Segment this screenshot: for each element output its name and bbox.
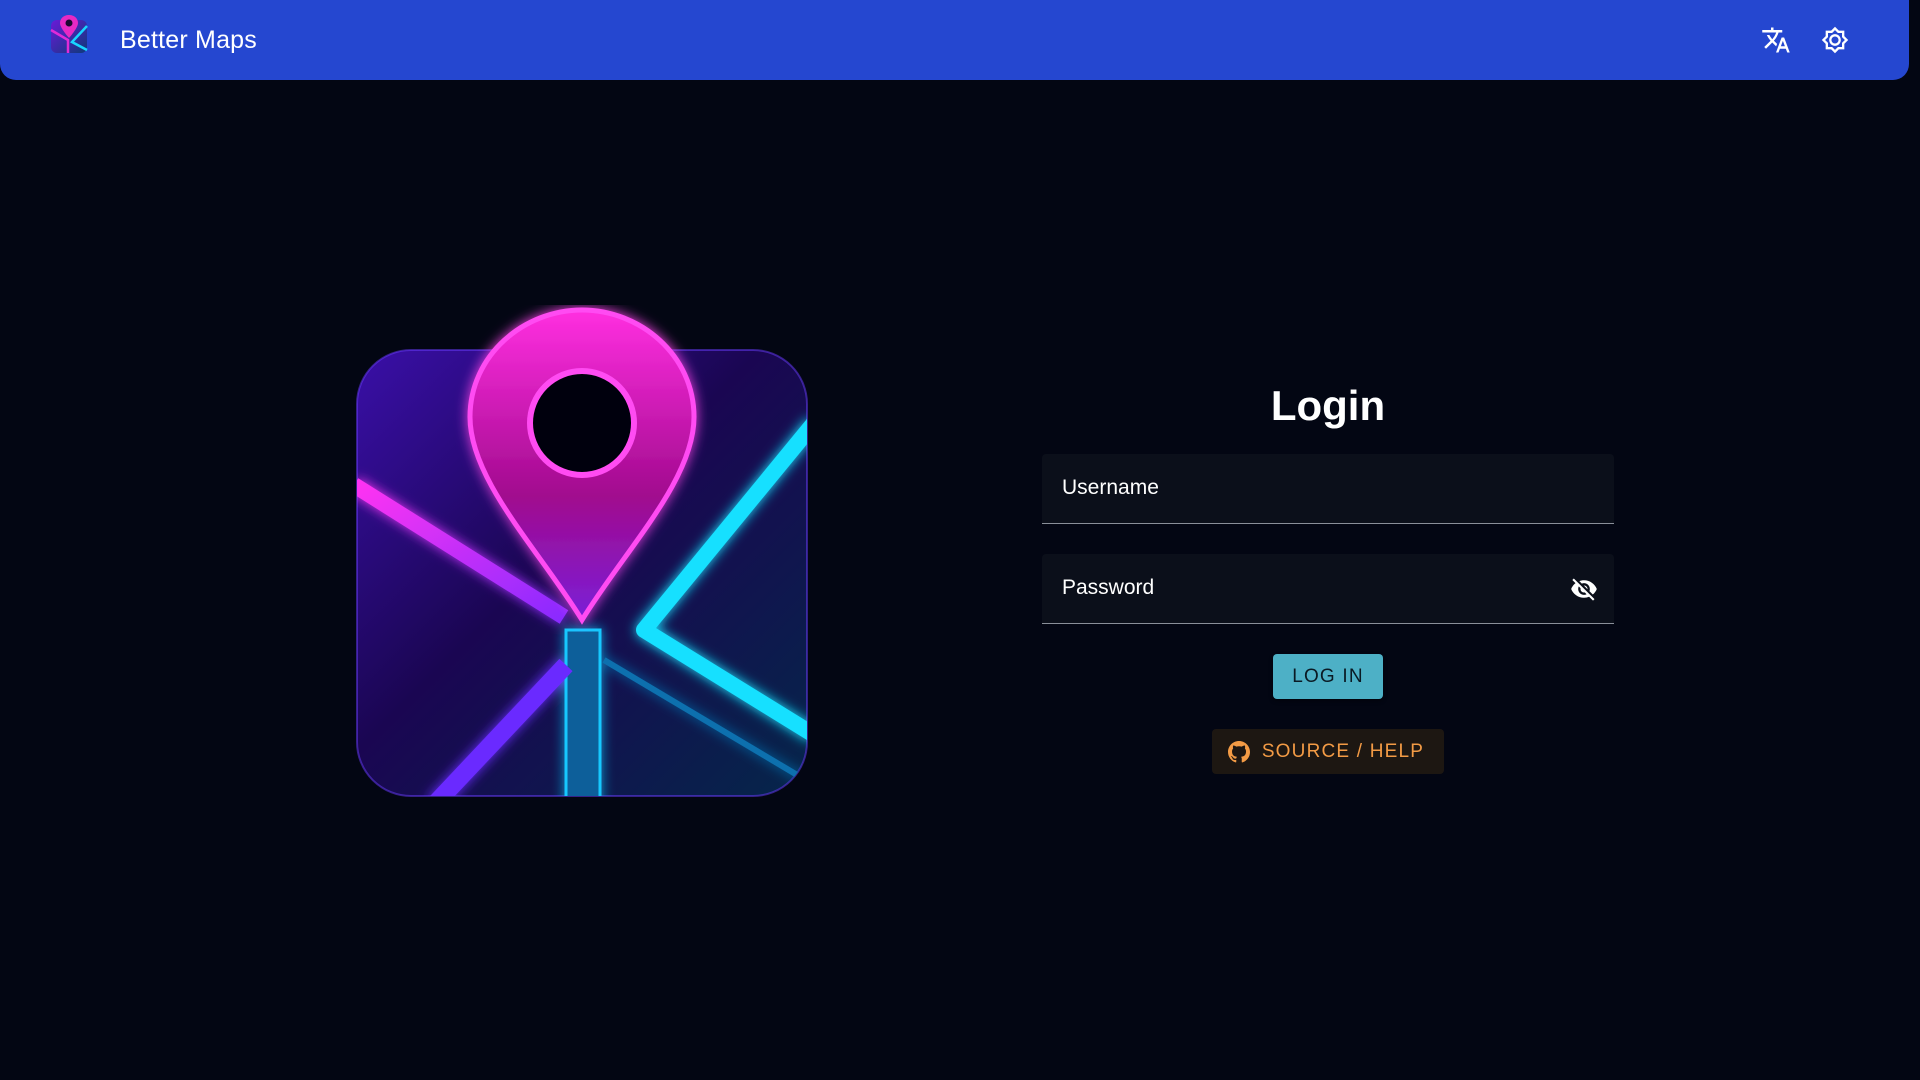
github-icon: [1227, 740, 1250, 762]
password-input[interactable]: [1062, 554, 1554, 623]
brightness-icon: [1821, 26, 1849, 54]
login-title: Login: [1270, 382, 1386, 429]
translate-icon: [1762, 27, 1790, 53]
app-title: Better Maps: [120, 26, 257, 54]
translate-button[interactable]: [1756, 20, 1796, 60]
source-help-button[interactable]: SOURCE / HELP: [1211, 729, 1445, 774]
eye-off-icon: [1571, 578, 1597, 601]
map-pin-logo-icon: [50, 15, 88, 53]
password-field[interactable]: Password: [1042, 554, 1614, 624]
password-visibility-toggle[interactable]: [1568, 574, 1600, 604]
username-field[interactable]: Username: [1042, 454, 1614, 524]
source-help-label: SOURCE / HELP: [1261, 740, 1425, 762]
app-bar: Better Maps: [0, 0, 1909, 80]
theme-toggle-button[interactable]: [1815, 20, 1855, 60]
login-button[interactable]: LOG IN: [1273, 654, 1383, 699]
username-input[interactable]: [1062, 454, 1554, 523]
login-form: Login Username Password LOG IN SOURCE / …: [1042, 378, 1614, 774]
neon-map-pin-illustration: [356, 307, 808, 797]
